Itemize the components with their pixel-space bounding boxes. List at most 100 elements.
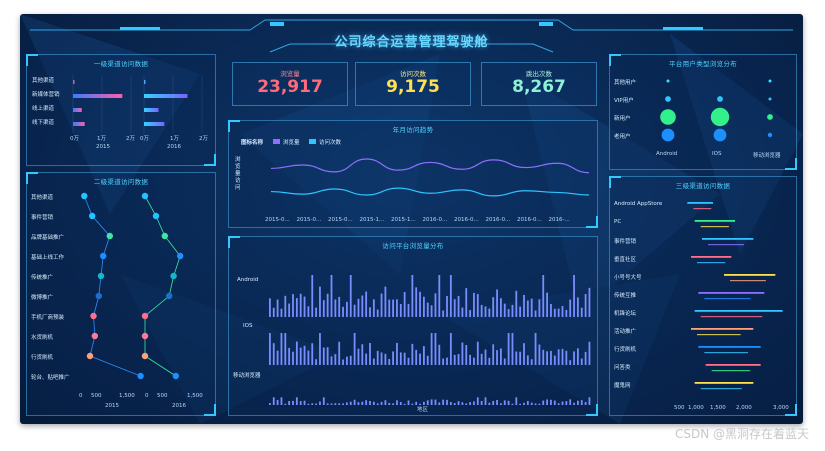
- platform-bar: [319, 286, 321, 317]
- platform-bar: [392, 299, 394, 317]
- panel-primary-source: 一级渠道访问数据 其他渠道 新媒体营销 线上渠道 线下渠道 0万 1万 2万 0…: [26, 54, 216, 166]
- platform-bar: [299, 347, 302, 365]
- platform-bar: [488, 402, 491, 405]
- panel-secondary-source: 二级渠道访问数据 其他渠道 事件营销 品牌基础推广 基础上线工作 传统推广 微博推广 手机厂…: [26, 172, 216, 416]
- primary-year-2016: 2016: [167, 144, 181, 150]
- platform-bar: [484, 397, 487, 405]
- platform-bar: [438, 402, 441, 405]
- trend-x-tick: 2015-0...: [328, 217, 353, 223]
- platform-bar: [361, 344, 364, 365]
- platform-bar: [484, 349, 487, 365]
- platform-bar: [330, 275, 333, 317]
- platform-bar: [465, 403, 468, 405]
- trend-x-tick: 2016-0...: [485, 217, 511, 223]
- platform-bar: [542, 400, 545, 405]
- platform-bar: [292, 351, 294, 365]
- panel-platform: 访问平台浏览量分布 Android IOS 移动浏览器 地区: [228, 236, 598, 416]
- tertiary-bar: [694, 382, 754, 384]
- secondary-point: [90, 312, 97, 320]
- platform-bar: [476, 294, 479, 317]
- tertiary-tick: 1,500: [710, 405, 726, 411]
- platform-bar: [561, 306, 564, 317]
- platform-bar: [272, 307, 275, 317]
- platform-bar: [388, 359, 391, 365]
- platform-bar: [338, 341, 341, 365]
- platform-bar: [346, 356, 348, 365]
- platform-bar: [357, 348, 360, 365]
- platform-bar: [523, 402, 525, 405]
- platform-bar: [288, 303, 291, 317]
- trend-x-tick: 2016-0...: [454, 217, 479, 223]
- platform-bar: [542, 349, 545, 365]
- platform-bar: [419, 353, 421, 365]
- platform-bar: [461, 402, 464, 405]
- platform-bar: [469, 402, 471, 405]
- trend-x-tick: 2015-0...: [296, 217, 322, 223]
- user-type-bubble: [713, 128, 727, 142]
- secondary-year-2016: 2016: [172, 403, 186, 409]
- panel-user-type: 平台用户类型浏览分布 其他用户 VIP用户 新用户 老用户 Android IO…: [609, 54, 797, 170]
- platform-bar: [280, 333, 283, 365]
- user-type-bubble: [710, 107, 730, 127]
- platform-bar: [311, 275, 314, 317]
- secondary-point: [106, 232, 114, 240]
- platform-bar: [534, 403, 537, 405]
- platform-bar: [476, 341, 479, 365]
- platform-bar: [338, 296, 341, 317]
- platform-bar: [399, 304, 402, 317]
- platform-bar: [357, 298, 360, 317]
- user-type-bubble: [768, 97, 772, 101]
- platform-bar: [453, 354, 456, 365]
- platform-bar: [384, 353, 387, 365]
- secondary-point: [141, 332, 149, 340]
- kpi-pageviews-value: 23,917: [257, 77, 323, 97]
- tertiary-bar: [697, 262, 726, 264]
- platform-bar: [546, 292, 548, 317]
- platform-bar: [311, 403, 314, 405]
- platform-bar: [588, 341, 591, 365]
- panel-trend: 年月访问趋势 图标名称 浏览量 访问次数 浏览量 访问 2015-0... 201…: [228, 120, 598, 228]
- kpi-pageviews: 浏览量 23,917: [232, 62, 348, 106]
- platform-bar: [465, 345, 468, 365]
- platform-bar: [538, 403, 541, 405]
- platform-bar: [403, 291, 406, 317]
- platform-bar: [515, 397, 518, 405]
- platform-bar: [580, 307, 583, 317]
- platform-bar: [372, 299, 375, 317]
- platform-bar: [434, 293, 437, 317]
- platform-bar: [307, 350, 310, 365]
- tertiary-bar: [730, 280, 766, 282]
- platform-bar: [446, 357, 448, 365]
- platform-bar: [465, 288, 468, 317]
- platform-bar: [269, 403, 271, 405]
- platform-bar: [322, 347, 325, 365]
- trend-x-tick: 2015-1...: [391, 217, 416, 223]
- platform-bar: [353, 304, 356, 317]
- platform-bar: [550, 399, 552, 405]
- user-type-bubble: [768, 79, 772, 83]
- trend-x-tick: 2016-...: [548, 217, 570, 223]
- platform-bar: [511, 403, 514, 405]
- platform-bar: [580, 358, 583, 365]
- secondary-tick: 500: [157, 393, 168, 399]
- platform-bar: [534, 333, 537, 365]
- platform-xlabel: 地区: [417, 407, 429, 413]
- platform-bar: [292, 400, 294, 405]
- platform-bar: [473, 357, 475, 365]
- secondary-tick: 1,500: [119, 393, 135, 399]
- platform-bar: [426, 302, 429, 317]
- platform-bar: [557, 349, 560, 365]
- platform-bar: [423, 296, 425, 317]
- platform-bar: [469, 310, 471, 317]
- platform-bar: [526, 300, 529, 317]
- secondary-point: [95, 292, 103, 300]
- user-type-bubble: [767, 132, 773, 138]
- primary-tick: 0万: [140, 136, 149, 142]
- platform-bar: [349, 401, 352, 405]
- primary-bar: [144, 108, 159, 112]
- secondary-point: [170, 272, 177, 280]
- platform-bar: [573, 351, 575, 365]
- tertiary-bar: [705, 364, 761, 366]
- platform-bar: [511, 304, 514, 317]
- secondary-year-2015: 2015: [105, 403, 119, 409]
